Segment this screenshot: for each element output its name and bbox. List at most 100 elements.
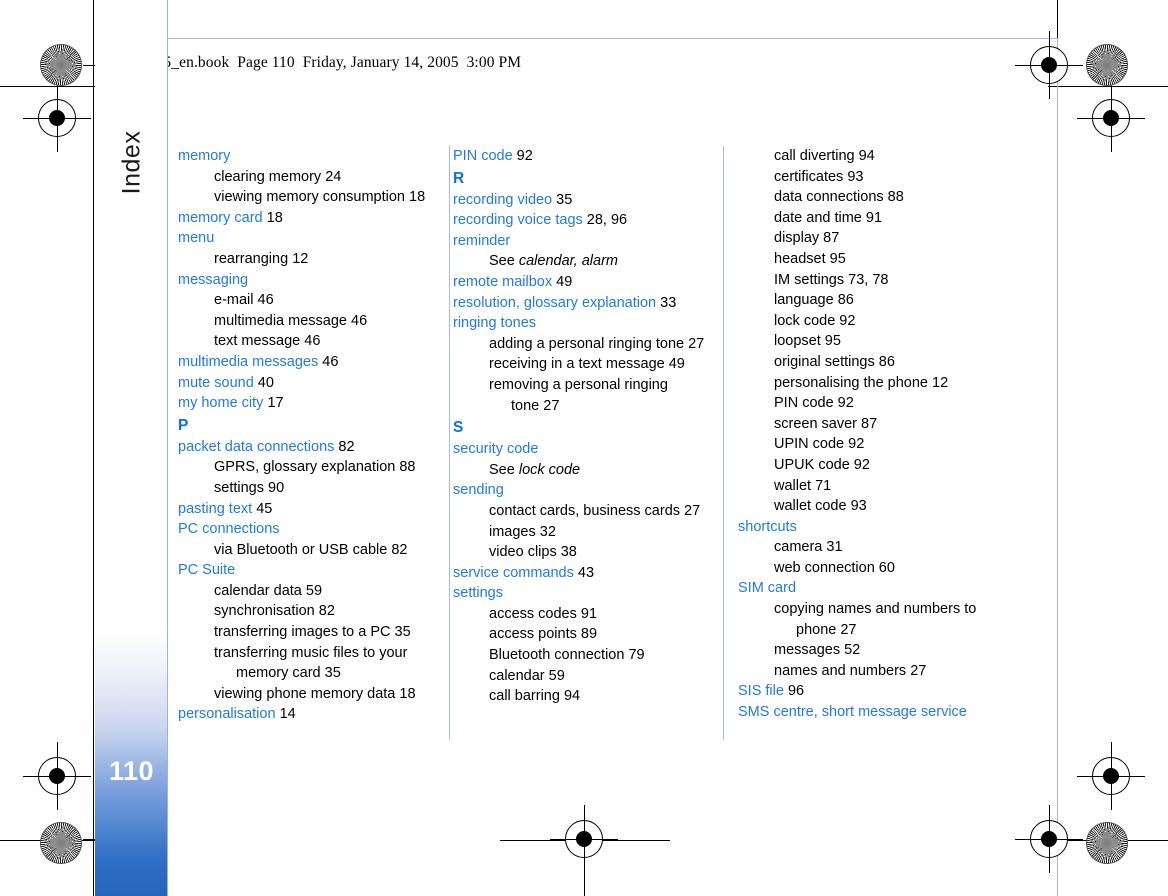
crop-line-left bbox=[93, 0, 94, 896]
index-entry-label: PC Suite bbox=[178, 562, 236, 579]
index-cross-reference: lock code bbox=[518, 461, 581, 478]
index-entry[interactable]: service commands 43 bbox=[453, 563, 705, 584]
index-subentry: settings 90 bbox=[178, 478, 430, 499]
index-entry-label: Bluetooth connection bbox=[489, 647, 625, 664]
index-entry[interactable]: settings bbox=[453, 583, 705, 604]
index-page-number: 87 bbox=[819, 230, 840, 247]
index-subentry: names and numbers 27 bbox=[738, 661, 990, 682]
index-entry-label: service commands bbox=[453, 564, 574, 581]
index-entry[interactable]: memory card 18 bbox=[178, 208, 430, 229]
crop-line-bottom-right bbox=[1048, 840, 1168, 841]
index-entry-label: settings bbox=[453, 585, 503, 602]
index-page-number: 71 bbox=[811, 477, 832, 494]
page-guide-right bbox=[1057, 38, 1058, 896]
index-subentry: wallet 71 bbox=[738, 476, 990, 497]
index-subentry: date and time 91 bbox=[738, 208, 990, 229]
index-entry-label: UPIN code bbox=[774, 436, 845, 453]
index-page-number: 94 bbox=[559, 688, 581, 705]
index-entry[interactable]: personalisation 14 bbox=[178, 704, 430, 725]
index-subentry: text message 46 bbox=[178, 331, 430, 352]
index-entry-label: SMS centre, short message service bbox=[738, 704, 967, 721]
crop-line-top-right bbox=[1048, 86, 1168, 87]
index-entry-label: certificates bbox=[774, 168, 844, 185]
registration-mark-right-lower bbox=[1077, 742, 1145, 810]
index-entry[interactable]: SIM card bbox=[738, 578, 990, 599]
index-page-number: 89 bbox=[576, 626, 598, 643]
index-entry-label: language bbox=[774, 292, 834, 309]
index-subentry: call diverting 94 bbox=[738, 146, 990, 167]
index-entry[interactable]: my home city 17 bbox=[178, 393, 430, 414]
index-entry-label: names and numbers bbox=[774, 662, 907, 679]
index-page-number: 35 bbox=[552, 191, 573, 208]
index-entry[interactable]: recording video 35 bbox=[453, 190, 705, 211]
index-page-number: 82 bbox=[334, 438, 355, 455]
index-page-number: 46 bbox=[318, 353, 339, 370]
registration-mark-left-lower bbox=[23, 742, 91, 810]
index-entry[interactable]: security code bbox=[453, 439, 705, 460]
index-subentry: transferring music files to your memory … bbox=[178, 643, 430, 684]
index-entry[interactable]: mute sound 40 bbox=[178, 373, 430, 394]
index-subentry: video clips 38 bbox=[453, 542, 705, 563]
index-entry-label: SIM card bbox=[738, 580, 797, 597]
index-body: memory clearing memory 24 viewing memory c… bbox=[178, 146, 1038, 746]
index-entry[interactable]: memory bbox=[178, 146, 430, 167]
index-column-3: call diverting 94 certificates 93 data con… bbox=[738, 146, 990, 723]
index-subentry: calendar 59 bbox=[453, 666, 705, 687]
index-entry-label: screen saver bbox=[774, 415, 858, 432]
index-subentry: certificates 93 bbox=[738, 167, 990, 188]
index-subentry: call barring 94 bbox=[453, 686, 705, 707]
index-entry[interactable]: SIS file 96 bbox=[738, 681, 990, 702]
index-entry-label: messaging bbox=[178, 271, 249, 288]
book-header-line: R1105_en.book Page 110 Friday, January 1… bbox=[130, 54, 522, 71]
index-page-number: 27 bbox=[684, 335, 705, 352]
index-entry-label: menu bbox=[178, 230, 215, 247]
index-entry[interactable]: PC Suite bbox=[178, 560, 430, 581]
index-subentry: viewing memory consumption 18 bbox=[178, 187, 430, 208]
index-entry-label: loopset bbox=[774, 333, 821, 350]
index-page-number: 92 bbox=[512, 148, 533, 164]
index-subentry: UPIN code 92 bbox=[738, 434, 990, 455]
index-entry[interactable]: shortcuts bbox=[738, 517, 990, 538]
density-patch-bottom-left bbox=[40, 822, 82, 864]
index-subentry: copying names and numbers to phone 27 bbox=[738, 599, 990, 640]
crop-line-center-bottom bbox=[584, 812, 585, 896]
index-page-number: 18 bbox=[405, 189, 426, 206]
index-entry[interactable]: resolution, glossary explanation 33 bbox=[453, 293, 705, 314]
crop-line-center-horizontal bbox=[500, 840, 670, 841]
index-entry[interactable]: sending bbox=[453, 480, 705, 501]
index-subentry: lock code 92 bbox=[738, 311, 990, 332]
index-entry[interactable]: SMS centre, short message service bbox=[738, 702, 990, 723]
index-entry[interactable]: ringing tones bbox=[453, 313, 705, 334]
index-entry[interactable]: pasting text 45 bbox=[178, 499, 430, 520]
index-page-number: 45 bbox=[252, 500, 273, 517]
index-entry[interactable]: remote mailbox 49 bbox=[453, 272, 705, 293]
index-entry[interactable]: packet data connections 82 bbox=[178, 437, 430, 458]
index-entry[interactable]: reminder bbox=[453, 231, 705, 252]
index-entry[interactable]: multimedia messages 46 bbox=[178, 352, 430, 373]
index-entry[interactable]: messaging bbox=[178, 270, 430, 291]
index-entry-label: call barring bbox=[489, 688, 560, 705]
index-entry-label: camera bbox=[774, 539, 823, 556]
index-subentry: calendar data 59 bbox=[178, 581, 430, 602]
index-entry-label: adding a personal ringing tone bbox=[489, 335, 685, 352]
index-page-number: 86 bbox=[833, 292, 854, 309]
index-entry-label: memory card bbox=[178, 209, 263, 226]
index-entry[interactable]: PIN code 92 bbox=[453, 146, 705, 167]
index-subentry: access codes 91 bbox=[453, 604, 705, 625]
index-entry[interactable]: recording voice tags 28, 96 bbox=[453, 210, 705, 231]
index-subentry: UPUK code 92 bbox=[738, 455, 990, 476]
index-page-number: 46 bbox=[300, 333, 321, 350]
index-entry-label: multimedia message bbox=[214, 312, 347, 329]
index-entry-label: display bbox=[774, 230, 820, 247]
index-page-number: 95 bbox=[820, 333, 841, 350]
index-entry-label: access points bbox=[489, 626, 577, 643]
index-entry[interactable]: PC connections bbox=[178, 519, 430, 540]
index-entry-label: calendar data bbox=[214, 582, 302, 599]
index-subentry: PIN code 92 bbox=[738, 393, 990, 414]
index-subentry: images 32 bbox=[453, 522, 705, 543]
index-entry-label: personalising the phone bbox=[774, 374, 928, 391]
index-page-number: 33 bbox=[656, 294, 677, 311]
index-page-number: 93 bbox=[843, 168, 864, 185]
index-page-number: 59 bbox=[544, 667, 565, 684]
index-entry[interactable]: menu bbox=[178, 228, 430, 249]
